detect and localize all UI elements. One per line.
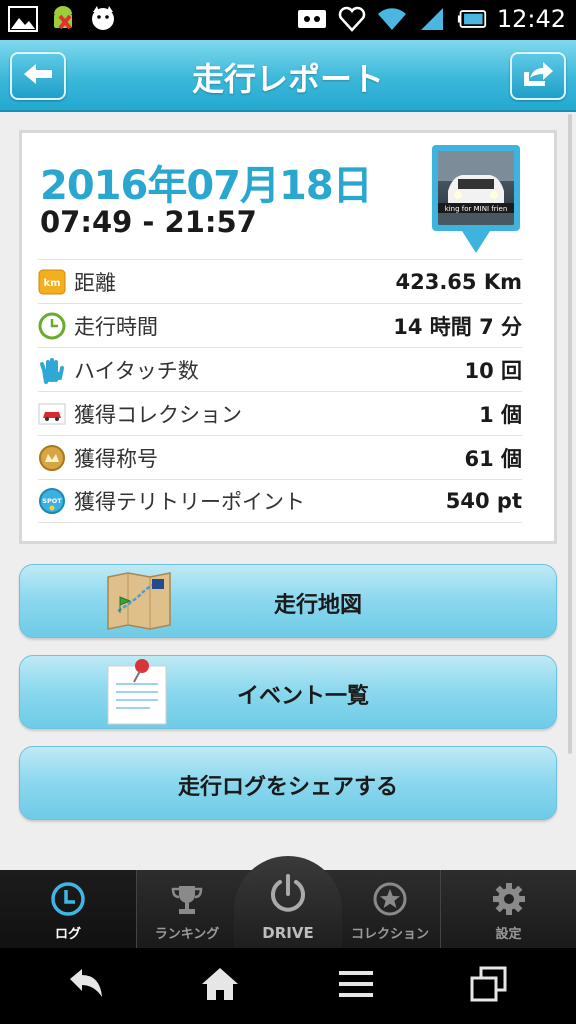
cassette-icon bbox=[297, 4, 327, 34]
android-icon bbox=[48, 4, 78, 34]
nav-back-button[interactable] bbox=[66, 966, 106, 1006]
share-button[interactable] bbox=[510, 52, 566, 100]
back-arrow-icon bbox=[66, 967, 106, 1005]
stat-titles: 獲得称号 61 個 bbox=[38, 435, 522, 479]
gear-icon bbox=[491, 881, 527, 921]
share-log-label: 走行ログをシェアする bbox=[177, 775, 398, 800]
stat-label: 獲得コレクション bbox=[74, 402, 242, 427]
tab-ranking[interactable]: ランキング bbox=[137, 870, 237, 948]
signal-icon bbox=[417, 4, 447, 34]
stat-territory-points: SPOT 獲得テリトリーポイント 540 pt bbox=[38, 479, 522, 523]
km-badge-icon: km bbox=[38, 268, 66, 296]
status-time: 12:42 bbox=[496, 5, 566, 33]
gallery-icon bbox=[8, 4, 38, 34]
medal-icon bbox=[38, 444, 66, 472]
stat-drive-time: 走行時間 14 時間 7 分 bbox=[38, 303, 522, 347]
nav-recents-button[interactable] bbox=[468, 966, 508, 1006]
tab-collection[interactable]: コレクション bbox=[340, 870, 440, 948]
trophy-icon bbox=[170, 883, 204, 921]
wifi-icon bbox=[377, 4, 407, 34]
app-header: 走行レポート bbox=[0, 40, 576, 112]
stat-value: 540 pt bbox=[445, 489, 522, 513]
avatar-caption: king for MINI frien bbox=[445, 205, 508, 213]
stat-label: 走行時間 bbox=[74, 314, 158, 339]
event-list-label: イベント一覧 bbox=[236, 684, 369, 709]
hand-icon bbox=[38, 356, 66, 384]
car-photo: king for MINI frien bbox=[438, 151, 514, 225]
stat-value: 1 個 bbox=[479, 402, 522, 427]
share-log-button[interactable]: 走行ログをシェアする bbox=[19, 746, 557, 820]
svg-text:km: km bbox=[43, 278, 60, 289]
stat-label: ハイタッチ数 bbox=[74, 358, 199, 383]
tab-collection-label: コレクション bbox=[350, 927, 429, 942]
clock-icon bbox=[38, 312, 66, 340]
stat-value: 14 時間 7 分 bbox=[393, 314, 522, 339]
stat-high-touch: ハイタッチ数 10 回 bbox=[38, 347, 522, 391]
nav-menu-button[interactable] bbox=[336, 966, 376, 1006]
event-list-button[interactable]: イベント一覧 bbox=[19, 655, 557, 729]
drive-label: DRIVE bbox=[262, 924, 314, 942]
battery-icon bbox=[457, 4, 487, 34]
stat-label: 獲得称号 bbox=[74, 446, 158, 471]
heart-icon bbox=[337, 4, 367, 34]
stat-value: 423.65 Km bbox=[395, 269, 522, 294]
recents-icon bbox=[469, 966, 507, 1006]
drive-map-label: 走行地図 bbox=[273, 593, 362, 618]
menu-icon bbox=[337, 969, 375, 1003]
report-date: 2016年07月18日 bbox=[40, 163, 373, 209]
tab-log[interactable]: ログ bbox=[0, 870, 136, 948]
report-time-range: 07:49 - 21:57 bbox=[40, 205, 257, 239]
tab-settings[interactable]: 設定 bbox=[441, 870, 576, 948]
drive-map-button[interactable]: 走行地図 bbox=[19, 564, 557, 638]
tab-settings-label: 設定 bbox=[495, 927, 522, 942]
stat-value: 61 個 bbox=[464, 446, 522, 471]
avatar[interactable]: king for MINI frien bbox=[432, 145, 520, 255]
drive-button[interactable]: DRIVE bbox=[234, 856, 342, 956]
power-icon bbox=[266, 872, 310, 920]
stat-label: 距離 bbox=[74, 270, 116, 295]
report-card: 2016年07月18日 07:49 - 21:57 king for MINI … bbox=[19, 130, 557, 544]
system-nav-bar bbox=[0, 948, 576, 1024]
stat-label: 獲得テリトリーポイント bbox=[74, 490, 305, 514]
nav-home-button[interactable] bbox=[200, 966, 240, 1006]
scrollbar[interactable] bbox=[568, 114, 572, 754]
tab-ranking-label: ランキング bbox=[154, 927, 220, 942]
star-circle-icon bbox=[372, 881, 408, 921]
clock-outline-icon bbox=[50, 881, 86, 921]
home-icon bbox=[200, 966, 240, 1006]
stat-collection: 獲得コレクション 1 個 bbox=[38, 391, 522, 435]
stat-value: 10 回 bbox=[464, 358, 522, 383]
pin-pointer bbox=[462, 231, 490, 253]
car-icon bbox=[38, 400, 66, 428]
tab-log-label: ログ bbox=[54, 927, 81, 942]
status-bar: 12:42 bbox=[0, 0, 576, 40]
dog-icon bbox=[88, 4, 118, 34]
page-title: 走行レポート bbox=[191, 60, 384, 98]
share-arrow-icon bbox=[521, 60, 555, 92]
stat-distance: km 距離 423.65 Km bbox=[38, 259, 522, 303]
svg-text:SPOT: SPOT bbox=[42, 497, 62, 505]
stats-list: km 距離 423.65 Km 走行時間 14 時間 7 分 ハイタッチ数 10… bbox=[38, 259, 522, 523]
spot-icon: SPOT bbox=[38, 487, 66, 515]
